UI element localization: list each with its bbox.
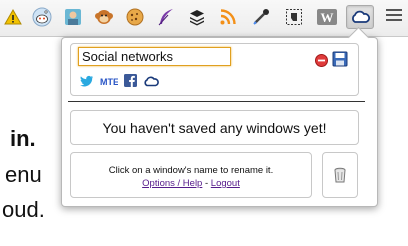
window-name-input[interactable]	[78, 47, 231, 66]
browser-toolbar: W	[0, 0, 408, 37]
warning-icon[interactable]	[0, 5, 26, 29]
svg-text:W: W	[321, 10, 334, 25]
eyedropper-icon[interactable]	[248, 5, 274, 29]
facebook-icon[interactable]	[124, 74, 137, 92]
photo-app-icon[interactable]	[60, 5, 86, 29]
menu-icon[interactable]	[386, 9, 402, 23]
help-text: Click on a window's name to rename it.	[108, 165, 274, 176]
page-text-line: in.	[10, 126, 36, 151]
service-icons: MTE	[80, 74, 159, 92]
evernote-icon[interactable]	[281, 5, 307, 29]
cookie-icon[interactable]	[122, 5, 148, 29]
empty-state-message: You haven't saved any windows yet!	[70, 110, 359, 145]
link-separator: -	[202, 178, 211, 189]
layers-stack-icon[interactable]	[184, 5, 210, 29]
save-icon[interactable]	[332, 51, 348, 72]
cloud-icon[interactable]	[346, 5, 374, 29]
twitter-icon[interactable]	[80, 74, 94, 92]
options-help-link[interactable]: Options / Help	[142, 178, 202, 189]
reddit-icon[interactable]	[29, 5, 55, 29]
remove-icon[interactable]	[315, 54, 328, 72]
rss-icon[interactable]	[215, 5, 241, 29]
divider	[68, 101, 365, 102]
help-panel: Click on a window's name to rename it. O…	[70, 152, 312, 198]
trash-icon	[334, 167, 346, 183]
monkey-icon[interactable]	[91, 5, 117, 29]
delete-button[interactable]	[322, 152, 358, 198]
feather-icon[interactable]	[153, 5, 179, 29]
mt-icon[interactable]: MTE	[100, 74, 119, 92]
wordpress-icon[interactable]: W	[314, 5, 340, 29]
page-text-line: enu	[5, 162, 42, 187]
page-text-line: oud.	[2, 197, 45, 222]
cloud-icon[interactable]	[143, 74, 159, 92]
logout-link[interactable]: Logout	[211, 178, 240, 189]
svg-text:MTE: MTE	[100, 77, 118, 87]
